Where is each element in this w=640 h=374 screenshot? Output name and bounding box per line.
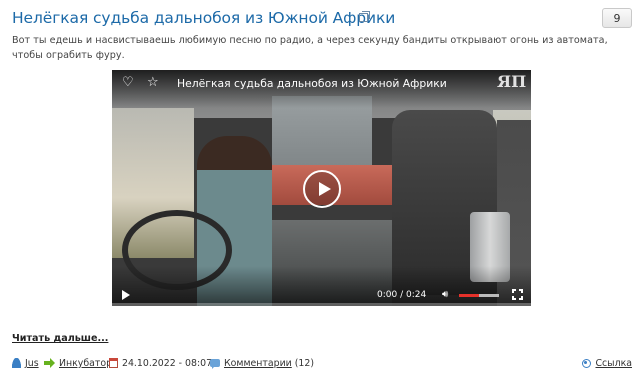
read-more-link[interactable]: Читать дальше... [12, 333, 108, 344]
time-display: 0:00 / 0:24 [377, 290, 426, 300]
duration: 0:24 [406, 290, 427, 300]
author-link[interactable]: Jus [25, 358, 39, 369]
meta-link: Ссылка [581, 357, 632, 371]
meta-author: Jus [12, 357, 39, 371]
comment-icon [210, 358, 220, 369]
user-icon [12, 357, 21, 368]
share-icon [581, 358, 592, 368]
category-link[interactable]: Инкубатор [59, 358, 112, 369]
rating-badge[interactable]: 9 [602, 8, 632, 28]
volume-icon[interactable]: 🔊︎ [442, 289, 454, 301]
volume-level [459, 294, 479, 297]
post-description: Вот ты едешь и насвистываешь любимую пес… [12, 35, 608, 61]
post-date: 24.10.2022 - 08:07 [122, 358, 213, 369]
video-title[interactable]: Нелёгкая судьба дальнобоя из Южной Африк… [177, 77, 447, 90]
calendar-icon [109, 357, 118, 368]
permalink[interactable]: Ссылка [595, 358, 632, 369]
post-meta: Jus Инкубатор 24.10.2022 - 08:07 Коммент… [12, 357, 632, 371]
fullscreen-icon[interactable] [512, 289, 523, 300]
post-header: Нелёгкая судьба дальнобоя из Южной Африк… [12, 8, 632, 30]
comments-count: (12) [294, 358, 315, 369]
meta-comments: Комментарии (12) [210, 357, 314, 371]
play-button[interactable] [303, 170, 341, 208]
site-logo[interactable]: ЯП [497, 74, 526, 102]
play-icon[interactable] [122, 290, 130, 300]
video-player[interactable]: ♡ ☆ Нелёгкая судьба дальнобоя из Южной А… [112, 70, 531, 306]
meta-date: 24.10.2022 - 08:07 [109, 357, 212, 371]
arrow-right-icon [44, 357, 55, 368]
volume-slider[interactable] [459, 294, 499, 297]
time-separator: / [400, 290, 404, 300]
post-title-link[interactable]: Нелёгкая судьба дальнобоя из Южной Африк… [12, 9, 395, 27]
star-icon[interactable]: ☆ [147, 76, 161, 90]
video-progress-bar[interactable] [112, 303, 531, 306]
current-time: 0:00 [377, 290, 398, 300]
external-link-icon[interactable] [359, 11, 370, 22]
meta-category: Инкубатор [44, 357, 112, 371]
heart-icon[interactable]: ♡ [122, 76, 136, 90]
comments-link[interactable]: Комментарии [224, 358, 292, 369]
